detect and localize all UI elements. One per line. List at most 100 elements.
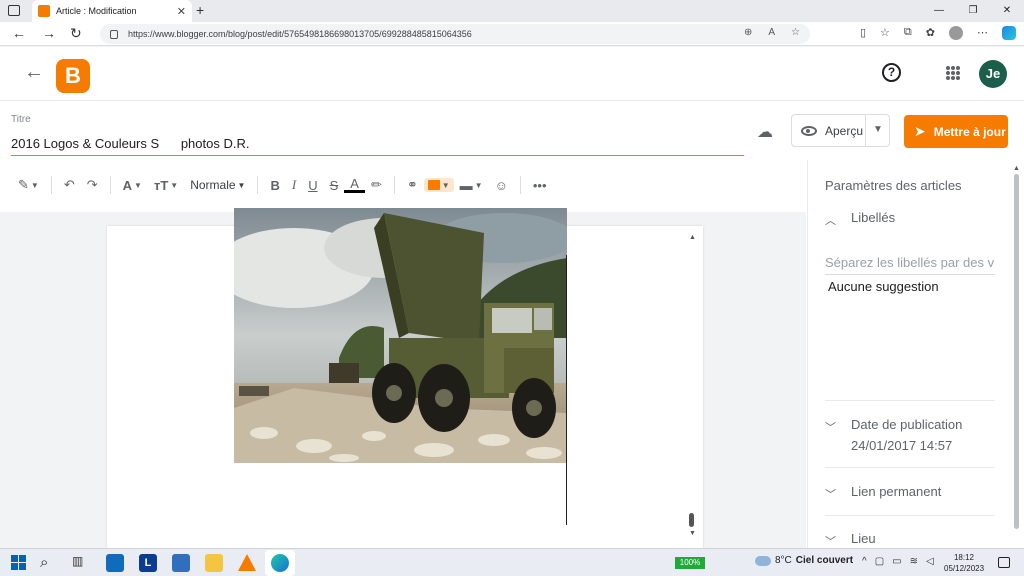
compose-mode-icon[interactable]: ✎ ▼ [12, 177, 45, 193]
text-style-icon[interactable]: A ▼ [117, 178, 148, 193]
browser-tabstrip: Article : Modification ✕ + — ❐ ✕ [0, 0, 1024, 22]
clock[interactable]: 18:12 05/12/2023 [944, 552, 984, 574]
scroll-up-icon[interactable]: ▲ [689, 234, 696, 241]
back-arrow-icon[interactable]: ← [24, 61, 44, 84]
weather-text: Ciel couvert [795, 555, 854, 566]
l-app-icon[interactable]: L [139, 554, 157, 572]
favorite-star-icon[interactable]: ☆ [791, 27, 800, 38]
close-window-icon[interactable]: ✕ [990, 0, 1024, 22]
text-color-icon[interactable]: A [344, 177, 365, 193]
preview-button[interactable]: Aperçu ▼ [791, 114, 890, 147]
insert-image-icon[interactable]: ▼ [423, 178, 454, 192]
copilot-icon[interactable] [1002, 26, 1016, 40]
weather-widget[interactable]: 8°C Ciel couvert [755, 555, 853, 566]
edge-browser-icon[interactable] [271, 554, 289, 572]
sidebar-heading: Paramètres des articles [825, 178, 962, 193]
paragraph-format-select[interactable]: Normale ▼ [184, 178, 251, 192]
temperature-text: 8°C [775, 555, 792, 566]
chevron-down-icon: ﹀ [825, 422, 836, 434]
more-menu-icon[interactable]: ⋯ [977, 26, 988, 40]
address-toolbar: ← → ↻ https://www.blogger.com/blog/post/… [0, 22, 1024, 46]
send-icon: ➤ [914, 123, 926, 139]
publication-date-section[interactable]: ﹀ Date de publication 24/01/2017 14:57 [825, 417, 995, 453]
file-explorer-icon[interactable] [205, 554, 223, 572]
chevron-down-icon[interactable]: ▼ [873, 124, 883, 135]
chevron-up-icon: ︿ [825, 215, 836, 227]
apps-grid-icon[interactable] [946, 66, 960, 80]
search-icon[interactable]: ⌕ [40, 554, 58, 572]
permalink-title: Lien permanent [851, 484, 942, 499]
read-aloud-icon[interactable]: A [768, 27, 775, 38]
blogger-favicon-icon [38, 5, 50, 17]
restore-icon[interactable]: ❐ [956, 0, 990, 22]
new-tab-icon[interactable]: + [196, 2, 204, 18]
tab-actions-icon[interactable] [8, 5, 20, 16]
chevron-down-icon: ﹀ [825, 489, 836, 501]
sidebar-scroll-up-icon[interactable]: ▲ [1013, 165, 1020, 172]
blogger-header: ← ? Je [0, 47, 1024, 101]
browser-tab[interactable]: Article : Modification ✕ [32, 0, 192, 22]
wifi-icon[interactable]: ≋ [910, 556, 918, 567]
highlight-icon[interactable]: ✏ [365, 177, 388, 193]
italic-icon[interactable]: I [286, 177, 302, 193]
url-field[interactable]: https://www.blogger.com/blog/post/edit/5… [100, 24, 810, 44]
labels-title: Libellés [851, 210, 896, 225]
system-tray: ^ ▢ ▭ ≋ ◁ [862, 556, 934, 567]
profile-avatar-icon[interactable] [949, 26, 963, 40]
url-text: https://www.blogger.com/blog/post/edit/5… [128, 29, 472, 39]
extensions-icon[interactable]: ✿ [926, 26, 935, 40]
favorites-icon[interactable]: ☆ [880, 26, 890, 40]
title-input[interactable]: 2016 Logos & Couleurs S photos D.R. [11, 134, 744, 156]
refresh-icon[interactable]: ↻ [70, 25, 82, 42]
editor-scrollbar-thumb[interactable] [689, 513, 694, 527]
redo-icon[interactable]: ↷ [81, 177, 104, 193]
task-view-icon[interactable]: ▥ [72, 554, 90, 572]
vlc-icon[interactable] [238, 554, 256, 571]
help-icon[interactable]: ? [882, 63, 901, 82]
speaker-icon[interactable]: ◁ [926, 556, 934, 567]
clock-time: 18:12 [953, 553, 975, 562]
battery-indicator[interactable]: 100% [675, 557, 705, 569]
cloud-off-icon: ☁ [757, 124, 773, 141]
labels-input[interactable]: Séparez les libellés par des virgules [825, 255, 995, 275]
back-arrow-icon[interactable]: ← [12, 25, 26, 41]
update-button[interactable]: ➤ Mettre à jour [904, 115, 1008, 148]
undo-icon[interactable]: ↶ [58, 177, 81, 193]
location-section[interactable]: ﹀ Lieu [825, 531, 995, 549]
editor-toolbar: ✎ ▼ ↶ ↷ A ▼ тТ ▼ Normale ▼ B I U S A ✏ ⚭ ▼ ▬… [0, 168, 806, 202]
battery-icon[interactable]: ▭ [892, 556, 901, 567]
no-suggestion-text: Aucune suggestion [828, 279, 939, 294]
device-icon[interactable]: ▢ [875, 556, 884, 567]
link-icon[interactable]: ⚭ [401, 177, 424, 193]
post-photo-dump-truck[interactable] [234, 208, 567, 463]
notifications-icon[interactable] [998, 557, 1010, 568]
scroll-down-icon[interactable]: ▼ [689, 530, 696, 537]
font-size-icon[interactable]: тТ ▼ [148, 178, 184, 193]
chevron-up-icon[interactable]: ^ [862, 556, 867, 567]
eye-icon [801, 125, 817, 136]
strikethrough-icon[interactable]: S [324, 178, 345, 193]
blogger-logo-icon[interactable] [56, 59, 90, 93]
windows-start-icon[interactable] [10, 554, 28, 572]
windows-taskbar: ⌕ ▥ L 100% 8°C Ciel couvert ^ ▢ ▭ ≋ ◁ 18… [0, 548, 1024, 576]
underline-icon[interactable]: U [302, 178, 323, 193]
minimize-icon[interactable]: — [922, 0, 956, 22]
bold-icon[interactable]: B [264, 178, 285, 193]
pub-date-title: Date de publication [851, 417, 963, 432]
mail-app-icon[interactable] [106, 554, 124, 572]
sidebar-scrollbar-thumb[interactable] [1014, 174, 1019, 529]
labels-section[interactable]: ︿ Libellés [825, 210, 995, 228]
forward-arrow-icon[interactable]: → [42, 25, 56, 41]
close-tab-icon[interactable]: ✕ [177, 5, 186, 18]
post-settings-sidebar: Paramètres des articles ︿ Libellés Sépar… [807, 160, 1024, 548]
zoom-icon[interactable]: ⊕ [744, 27, 752, 38]
permalink-section[interactable]: ﹀ Lien permanent [825, 484, 995, 502]
store-app-icon[interactable] [172, 554, 190, 572]
collections-icon[interactable]: ⧉ [904, 26, 912, 40]
insert-video-icon[interactable]: ▬ ▼ [454, 178, 489, 193]
lock-icon [110, 29, 118, 39]
more-options-icon[interactable]: ••• [527, 178, 553, 193]
user-avatar[interactable]: Je [979, 60, 1007, 88]
split-screen-icon[interactable]: ▯ [860, 26, 866, 40]
emoji-icon[interactable]: ☺ [489, 178, 514, 193]
